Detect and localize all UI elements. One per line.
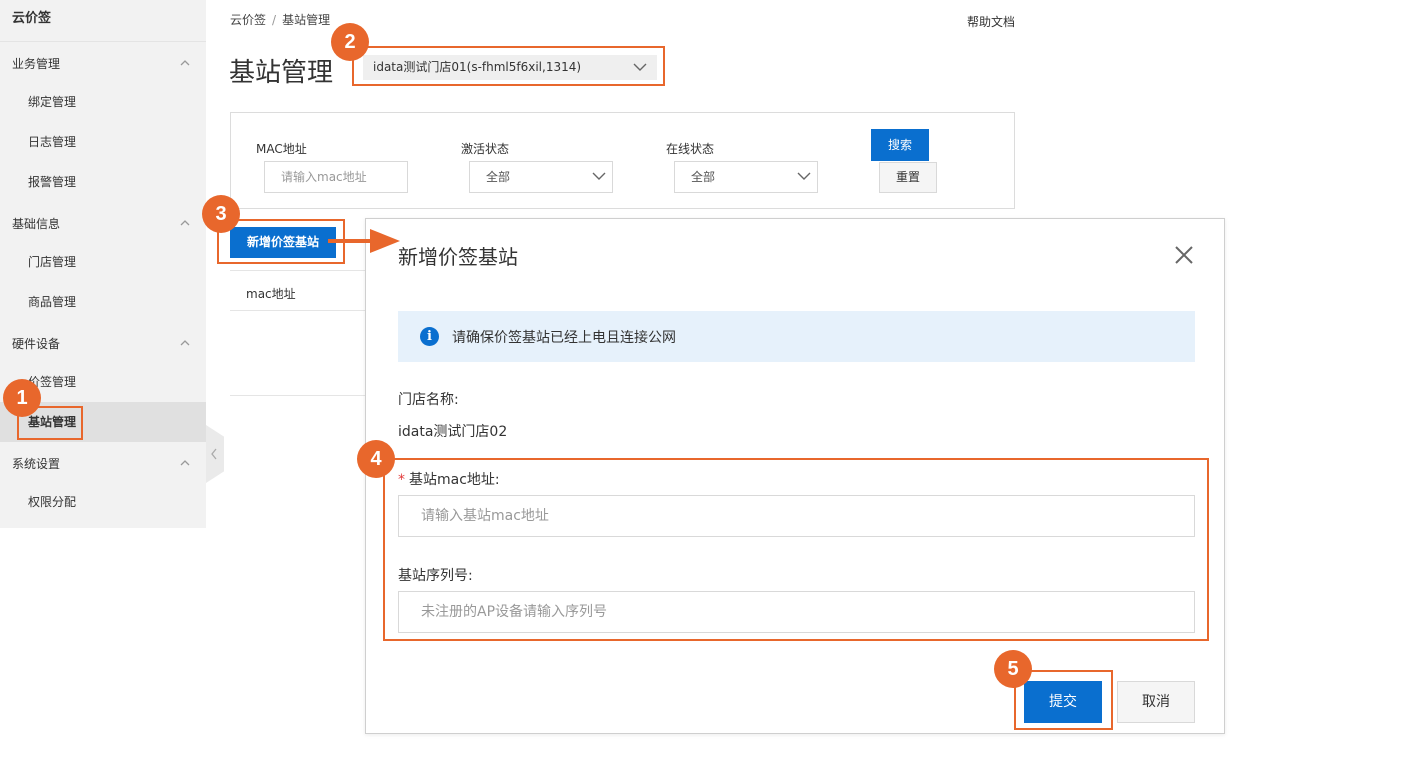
online-filter-value: 全部 xyxy=(691,170,716,184)
table-bottom-border xyxy=(230,395,366,396)
cancel-button[interactable]: 取消 xyxy=(1117,681,1195,723)
sidebar-item-binding[interactable]: 绑定管理 xyxy=(0,82,206,122)
sidebar-group-basic-info[interactable]: 基础信息 xyxy=(0,202,206,242)
close-icon[interactable] xyxy=(1174,245,1194,265)
mac-filter-label: MAC地址 xyxy=(256,142,307,156)
chevron-up-icon xyxy=(180,460,190,466)
serial-number-input[interactable]: 未注册的AP设备请输入序列号 xyxy=(398,591,1195,633)
sidebar-brand: 云价签 xyxy=(0,0,206,42)
serial-field-label: 基站序列号: xyxy=(398,568,473,584)
store-name-label: 门店名称: xyxy=(398,392,459,408)
filter-panel: MAC地址 请输入mac地址 激活状态 全部 在线状态 全部 搜索 重置 xyxy=(230,112,1015,209)
table-top-border xyxy=(230,270,366,271)
sidebar-group-label: 硬件设备 xyxy=(12,337,61,351)
mac-address-input[interactable]: 请输入基站mac地址 xyxy=(398,495,1195,537)
step-badge-5: 5 xyxy=(994,650,1032,688)
add-base-station-button[interactable]: 新增价签基站 xyxy=(230,227,336,258)
sidebar-item-products[interactable]: 商品管理 xyxy=(0,282,206,322)
sidebar-group-system[interactable]: 系统设置 xyxy=(0,442,206,482)
store-name-value: idata测试门店02 xyxy=(398,424,508,440)
chevron-down-icon xyxy=(797,172,811,180)
page-title: 基站管理 xyxy=(229,58,334,88)
activation-filter-select[interactable]: 全部 xyxy=(469,161,613,193)
search-button[interactable]: 搜索 xyxy=(871,129,929,161)
sidebar-item-logs[interactable]: 日志管理 xyxy=(0,122,206,162)
breadcrumb: 云价签 / 基站管理 xyxy=(230,11,330,28)
chevron-left-icon xyxy=(211,448,217,460)
sidebar: 云价签 业务管理 绑定管理 日志管理 报警管理 基础信息 门店管理 商品管理 硬… xyxy=(0,0,206,528)
sidebar-group-hardware[interactable]: 硬件设备 xyxy=(0,322,206,362)
dialog-title: 新增价签基站 xyxy=(398,245,518,269)
sidebar-item-alarms[interactable]: 报警管理 xyxy=(0,162,206,202)
chevron-up-icon xyxy=(180,220,190,226)
mac-field-label: * 基站mac地址: xyxy=(398,469,500,489)
info-icon: i xyxy=(420,327,439,346)
sidebar-collapse-toggle[interactable] xyxy=(206,425,224,483)
step-badge-4: 4 xyxy=(357,440,395,478)
table-header-divider xyxy=(230,310,366,311)
sidebar-group-label: 系统设置 xyxy=(12,457,61,471)
breadcrumb-separator: / xyxy=(272,13,277,27)
required-mark: * xyxy=(398,472,405,488)
activation-filter-label: 激活状态 xyxy=(461,142,510,156)
sidebar-group-label: 基础信息 xyxy=(12,217,61,231)
info-alert-text: 请确保价签基站已经上电且连接公网 xyxy=(452,330,676,346)
add-base-station-dialog: 新增价签基站 i 请确保价签基站已经上电且连接公网 门店名称: idata测试门… xyxy=(365,218,1225,734)
chevron-down-icon xyxy=(633,63,647,71)
store-select[interactable]: idata测试门店01(s-fhml5f6xil,1314) xyxy=(363,55,657,80)
breadcrumb-root[interactable]: 云价签 xyxy=(230,13,266,27)
chevron-up-icon xyxy=(180,60,190,66)
breadcrumb-current: 基站管理 xyxy=(282,13,331,27)
step-badge-2: 2 xyxy=(331,23,369,61)
step-badge-3: 3 xyxy=(202,195,240,233)
store-select-value: idata测试门店01(s-fhml5f6xil,1314) xyxy=(373,60,582,74)
chevron-up-icon xyxy=(180,340,190,346)
table-header-mac: mac地址 xyxy=(246,287,296,301)
arrow-right-icon xyxy=(328,229,400,253)
chevron-down-icon xyxy=(592,172,606,180)
info-alert: i 请确保价签基站已经上电且连接公网 xyxy=(398,311,1195,362)
online-filter-select[interactable]: 全部 xyxy=(674,161,818,193)
sidebar-group-label: 业务管理 xyxy=(12,57,61,71)
submit-button[interactable]: 提交 xyxy=(1024,681,1102,723)
sidebar-item-permissions[interactable]: 权限分配 xyxy=(0,482,206,522)
help-docs-link[interactable]: 帮助文档 xyxy=(967,13,1015,30)
online-filter-label: 在线状态 xyxy=(666,142,715,156)
step-badge-1: 1 xyxy=(3,379,41,417)
reset-button[interactable]: 重置 xyxy=(879,162,937,193)
mac-field-label-text: 基站mac地址: xyxy=(409,472,500,488)
activation-filter-value: 全部 xyxy=(486,170,511,184)
sidebar-item-stores[interactable]: 门店管理 xyxy=(0,242,206,282)
sidebar-group-business[interactable]: 业务管理 xyxy=(0,42,206,82)
mac-filter-input[interactable]: 请输入mac地址 xyxy=(264,161,408,193)
